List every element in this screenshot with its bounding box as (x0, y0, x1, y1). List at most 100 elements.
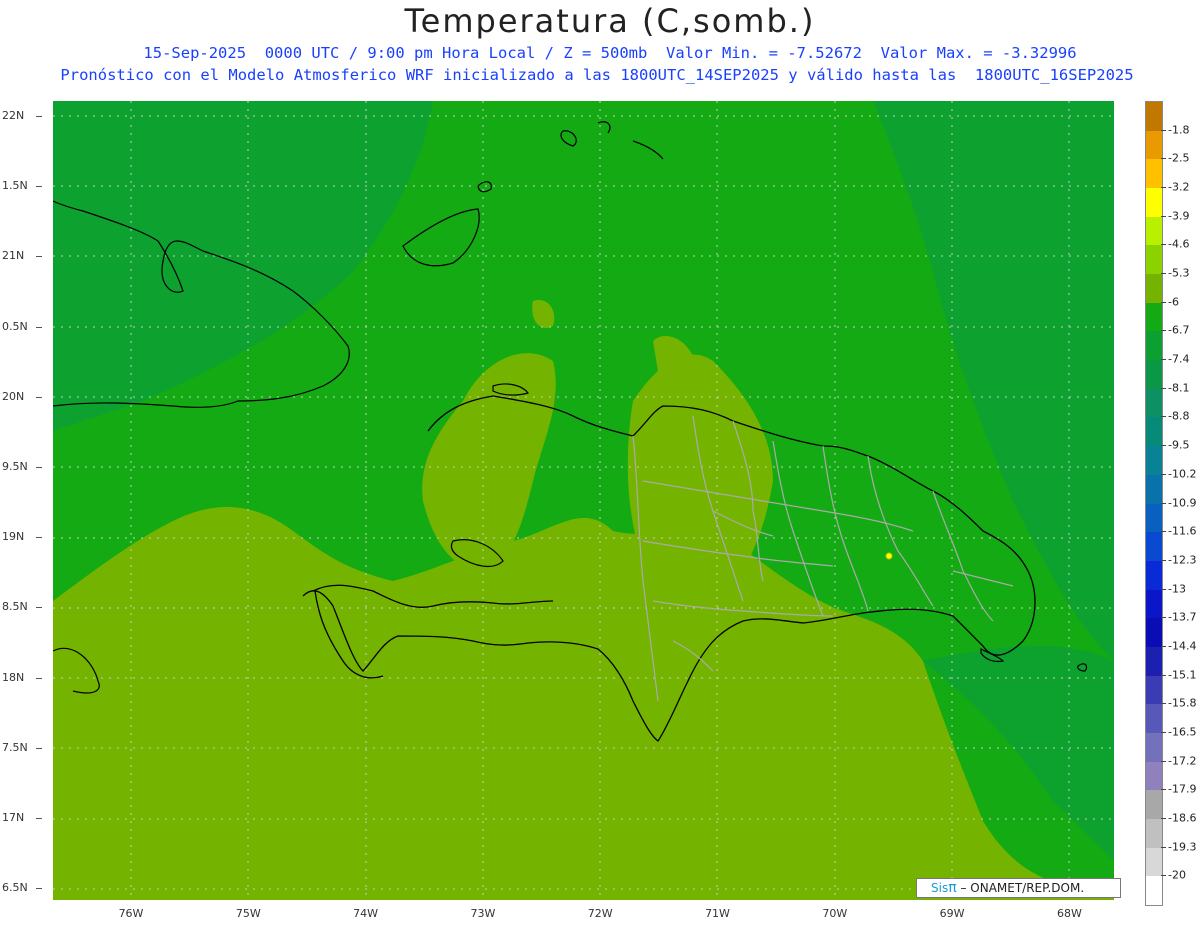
colorbar-label: -18.6 (1168, 811, 1197, 825)
lon-label: 71W (705, 907, 730, 920)
colorbar-label: -15.1 (1168, 668, 1197, 682)
colorbar-label: -3.2 (1168, 180, 1190, 194)
map-title: Temperatura (C,somb.) (404, 2, 816, 40)
colorbar-cell (1146, 274, 1162, 304)
colorbar-label: -13 (1168, 582, 1186, 596)
colorbar-cell (1146, 818, 1162, 849)
lat-tick (36, 607, 42, 609)
colorbar-label: -15.8 (1168, 696, 1197, 710)
colorbar-tick (1161, 359, 1166, 361)
colorbar-tick (1161, 244, 1166, 246)
colorbar-tick (1161, 674, 1166, 676)
lat-label: 6.5N (2, 881, 28, 895)
lon-label: 74W (353, 907, 379, 920)
colorbar-tick (1161, 158, 1166, 160)
colorbar-label: -11.6 (1168, 524, 1197, 538)
lon-label: 76W (118, 907, 144, 920)
lat-label: 9.5N (2, 460, 28, 473)
colorbar-cell (1146, 560, 1162, 591)
colorbar-tick (1161, 273, 1166, 275)
colorbar-tick (1161, 531, 1166, 533)
lat-tick (36, 396, 42, 398)
lat-label: 19N (2, 530, 25, 544)
colorbar-tick (1161, 559, 1166, 561)
colorbar-cell (1146, 732, 1162, 763)
colorbar-label: -20 (1168, 868, 1186, 882)
colorbar-tick (1161, 645, 1166, 647)
colorbar-label: -6.7 (1168, 323, 1190, 337)
colorbar-label: -7.4 (1168, 352, 1190, 366)
lat-label: 7.5N (2, 740, 28, 754)
lon-label: 70W (822, 907, 848, 920)
colorbar-label: -14.4 (1168, 639, 1197, 653)
colorbar-cell (1146, 589, 1162, 619)
lat-tick (36, 888, 42, 890)
temperature-map (53, 101, 1114, 900)
colorbar-tick (1161, 416, 1166, 418)
lon-label: 69W (939, 907, 965, 920)
colorbar-label: -12.3 (1168, 553, 1197, 567)
colorbar-tick (1161, 473, 1166, 475)
credit-box: Sisπ – ONAMET/REP.DOM. (916, 878, 1121, 898)
colorbar-label: -6 (1168, 295, 1179, 309)
colorbar-label: -10.9 (1168, 496, 1197, 509)
colorbar-label: -10.2 (1168, 467, 1197, 481)
lon-label: 73W (470, 907, 496, 920)
colorbar-cell (1146, 417, 1162, 447)
colorbar-tick (1161, 129, 1166, 131)
colorbar-tick (1161, 617, 1166, 619)
credit-sis: Sis (931, 881, 949, 895)
map-subtitle-time: 15-Sep-2025 0000 UTC / 9:00 pm Hora Loca… (143, 44, 1077, 62)
colorbar-label: -5.3 (1168, 266, 1190, 280)
colorbar-cell (1146, 532, 1162, 562)
colorbar-tick (1161, 330, 1166, 332)
colorbar-cell (1146, 761, 1162, 791)
colorbar-label: -13.7 (1168, 610, 1197, 624)
lat-tick (36, 186, 42, 188)
lat-label: 21N (2, 249, 25, 263)
colorbar-cell (1146, 675, 1162, 705)
colorbar-tick (1161, 875, 1166, 877)
colorbar-label: -16.5 (1168, 725, 1197, 739)
colorbar-cell (1146, 474, 1162, 504)
colorbar-tick (1161, 387, 1166, 389)
colorbar-label: -2.5 (1168, 151, 1190, 165)
colorbar-tick (1161, 502, 1166, 504)
map-subtitle-model: Pronóstico con el Modelo Atmosferico WRF… (60, 66, 1134, 84)
lat-tick (36, 116, 42, 117)
colorbar-cell (1146, 646, 1162, 677)
colorbar-label: -17.2 (1168, 754, 1197, 768)
colorbar-tick (1161, 817, 1166, 819)
colorbar-cell (1146, 876, 1162, 906)
lat-label: 0.5N (2, 319, 28, 333)
colorbar-cell (1146, 446, 1162, 476)
colorbar-cell (1146, 704, 1162, 734)
lat-label: 1.5N (2, 179, 28, 193)
colorbar-cell (1146, 618, 1162, 648)
lat-label: 20N (2, 389, 25, 403)
colorbar-cell (1146, 503, 1162, 533)
colorbar-cell (1146, 847, 1162, 877)
colorbar-tick (1161, 301, 1166, 303)
colorbar-tick (1161, 215, 1166, 217)
lat-tick (36, 326, 42, 328)
colorbar-tick (1161, 731, 1166, 733)
colorbar-tick (1161, 760, 1166, 762)
colorbar-cell (1146, 360, 1162, 390)
lat-tick (36, 747, 42, 749)
colorbar-cell (1146, 188, 1162, 218)
colorbar-cell (1146, 302, 1162, 332)
lat-tick (36, 537, 42, 539)
lat-label: 8.5N (2, 600, 28, 614)
lon-label: 75W (235, 907, 261, 920)
lon-label: 68W (1056, 907, 1082, 920)
colorbar-tick (1161, 703, 1166, 705)
lat-tick (36, 467, 42, 468)
lat-tick (36, 818, 42, 819)
colorbar-cell (1146, 331, 1162, 361)
lat-tick (36, 677, 42, 679)
credit-pi: π (948, 880, 957, 896)
colorbar (1145, 101, 1163, 906)
lon-label: 72W (587, 907, 613, 920)
colorbar-cell (1146, 216, 1162, 246)
